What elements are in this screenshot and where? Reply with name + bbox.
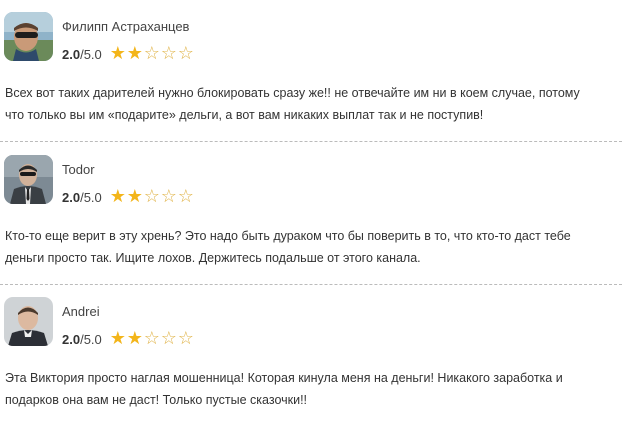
review-text: Кто-то еще верит в эту хрень? Это надо б…	[5, 225, 622, 269]
star-empty-icon: ☆	[160, 328, 177, 349]
star-filled-icon: ★	[109, 43, 126, 64]
review-divider	[0, 141, 622, 142]
star-empty-icon: ☆	[143, 43, 160, 64]
review-rating: 2.0 /5.0 ★ ★ ☆ ☆ ☆	[62, 187, 194, 207]
avatar-photo	[4, 297, 53, 346]
avatar-photo	[4, 12, 53, 61]
star-filled-icon: ★	[126, 328, 143, 349]
star-rating: ★ ★ ☆ ☆ ☆	[110, 45, 194, 63]
rating-max: /5.0	[80, 331, 102, 347]
review-text-line: что только вы им «подарите» дельги, а во…	[5, 108, 484, 122]
rating-max: /5.0	[80, 189, 102, 205]
star-filled-icon: ★	[109, 328, 126, 349]
review-text: Эта Виктория просто наглая мошенница! Ко…	[5, 367, 622, 411]
star-empty-icon: ☆	[160, 43, 177, 64]
review-text-line: Кто-то еще верит в эту хрень? Это надо б…	[5, 229, 571, 243]
star-empty-icon: ☆	[177, 43, 194, 64]
avatar[interactable]	[4, 155, 53, 204]
star-rating: ★ ★ ☆ ☆ ☆	[110, 188, 194, 206]
avatar[interactable]	[4, 12, 53, 61]
rating-score: 2.0	[62, 46, 81, 62]
star-empty-icon: ☆	[177, 186, 194, 207]
review-rating: 2.0 /5.0 ★ ★ ☆ ☆ ☆	[62, 44, 194, 64]
review-text: Всех вот таких дарителей нужно блокирова…	[5, 82, 622, 126]
star-filled-icon: ★	[126, 186, 143, 207]
star-filled-icon: ★	[126, 43, 143, 64]
rating-score: 2.0	[62, 189, 81, 205]
review-divider	[0, 284, 622, 285]
avatar-photo	[4, 155, 53, 204]
review-author[interactable]: Andrei	[62, 304, 100, 319]
star-filled-icon: ★	[109, 186, 126, 207]
star-empty-icon: ☆	[177, 328, 194, 349]
star-empty-icon: ☆	[143, 328, 160, 349]
rating-max: /5.0	[80, 46, 102, 62]
review-text-line: Эта Виктория просто наглая мошенница! Ко…	[5, 371, 563, 385]
review-text-line: деньги просто так. Ищите лохов. Держитес…	[5, 251, 421, 265]
review-author[interactable]: Todor	[62, 162, 95, 177]
avatar[interactable]	[4, 297, 53, 346]
star-rating: ★ ★ ☆ ☆ ☆	[110, 330, 194, 348]
review-text-line: Всех вот таких дарителей нужно блокирова…	[5, 86, 580, 100]
review-author[interactable]: Филипп Астраханцев	[62, 19, 189, 34]
review-text-line: подарков она вам не даст! Только пустые …	[5, 393, 308, 407]
star-empty-icon: ☆	[160, 186, 177, 207]
review-rating: 2.0 /5.0 ★ ★ ☆ ☆ ☆	[62, 329, 194, 349]
rating-score: 2.0	[62, 331, 81, 347]
star-empty-icon: ☆	[143, 186, 160, 207]
